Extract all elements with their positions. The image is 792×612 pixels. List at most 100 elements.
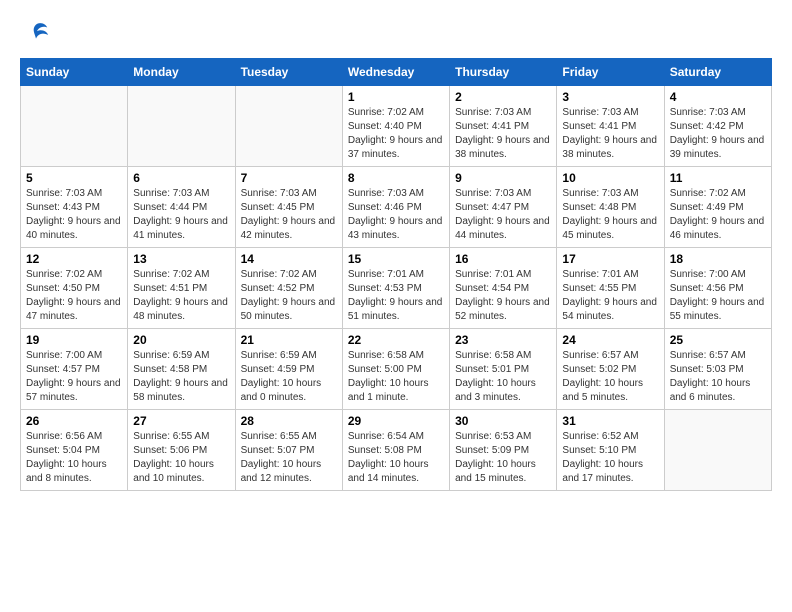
calendar-cell: 31 Sunrise: 6:52 AM Sunset: 5:10 PM Dayli…: [557, 410, 664, 491]
day-number: 27: [133, 414, 229, 428]
day-number: 26: [26, 414, 122, 428]
day-number: 1: [348, 90, 444, 104]
calendar-header-row: SundayMondayTuesdayWednesdayThursdayFrid…: [21, 59, 772, 86]
calendar-cell: 13 Sunrise: 7:02 AM Sunset: 4:51 PM Dayli…: [128, 248, 235, 329]
day-info: Sunrise: 7:03 AM Sunset: 4:46 PM Dayligh…: [348, 187, 444, 243]
day-info: Sunrise: 7:03 AM Sunset: 4:44 PM Dayligh…: [133, 187, 229, 243]
day-number: 21: [241, 333, 337, 347]
calendar-cell: 6Sunrise: 7:03 AM Sunset: 4:44 PM Daylig…: [128, 167, 235, 248]
day-number: 14: [241, 252, 337, 266]
day-info: Sunrise: 6:59 AM Sunset: 4:58 PM Dayligh…: [133, 349, 229, 405]
calendar-cell: 1Sunrise: 7:02 AM Sunset: 4:40 PM Daylig…: [342, 86, 449, 167]
calendar-cell: 23Sunrise: 6:58 AM Sunset: 5:01 PM Dayli…: [450, 329, 557, 410]
calendar-cell: [235, 86, 342, 167]
day-info: Sunrise: 6:52 AM Sunset: 5:10 PM Dayligh…: [562, 430, 658, 486]
calendar-cell: 29 Sunrise: 6:54 AM Sunset: 5:08 PM Dayli…: [342, 410, 449, 491]
day-number: 11: [670, 171, 766, 185]
day-info: Sunrise: 7:02 AM Sunset: 4:51 PM Dayligh…: [133, 268, 229, 324]
column-header-monday: Monday: [128, 59, 235, 86]
column-header-thursday: Thursday: [450, 59, 557, 86]
day-info: Sunrise: 7:03 AM Sunset: 4:48 PM Dayligh…: [562, 187, 658, 243]
day-info: Sunrise: 7:03 AM Sunset: 4:43 PM Dayligh…: [26, 187, 122, 243]
day-info: Sunrise: 7:03 AM Sunset: 4:45 PM Dayligh…: [241, 187, 337, 243]
calendar-cell: 7 Sunrise: 7:03 AM Sunset: 4:45 PM Daylig…: [235, 167, 342, 248]
day-number: 15: [348, 252, 444, 266]
day-number: 29: [348, 414, 444, 428]
day-info: Sunrise: 6:56 AM Sunset: 5:04 PM Dayligh…: [26, 430, 122, 486]
day-number: 31: [562, 414, 658, 428]
calendar-week-1: 1Sunrise: 7:02 AM Sunset: 4:40 PM Daylig…: [21, 86, 772, 167]
day-number: 2: [455, 90, 551, 104]
day-number: 18: [670, 252, 766, 266]
day-number: 12: [26, 252, 122, 266]
calendar-cell: 26 Sunrise: 6:56 AM Sunset: 5:04 PM Dayli…: [21, 410, 128, 491]
day-number: 19: [26, 333, 122, 347]
day-number: 28: [241, 414, 337, 428]
calendar-week-2: 5Sunrise: 7:03 AM Sunset: 4:43 PM Daylig…: [21, 167, 772, 248]
calendar-cell: 22 Sunrise: 6:58 AM Sunset: 5:00 PM Dayli…: [342, 329, 449, 410]
day-info: Sunrise: 7:01 AM Sunset: 4:53 PM Dayligh…: [348, 268, 444, 324]
day-info: Sunrise: 6:55 AM Sunset: 5:06 PM Dayligh…: [133, 430, 229, 486]
day-number: 10: [562, 171, 658, 185]
day-number: 16: [455, 252, 551, 266]
day-info: Sunrise: 7:02 AM Sunset: 4:49 PM Dayligh…: [670, 187, 766, 243]
logo: [20, 20, 50, 48]
calendar-cell: 12Sunrise: 7:02 AM Sunset: 4:50 PM Dayli…: [21, 248, 128, 329]
day-info: Sunrise: 6:58 AM Sunset: 5:01 PM Dayligh…: [455, 349, 551, 405]
day-info: Sunrise: 7:00 AM Sunset: 4:56 PM Dayligh…: [670, 268, 766, 324]
day-number: 20: [133, 333, 229, 347]
day-number: 22: [348, 333, 444, 347]
calendar-cell: 5Sunrise: 7:03 AM Sunset: 4:43 PM Daylig…: [21, 167, 128, 248]
calendar-cell: 14 Sunrise: 7:02 AM Sunset: 4:52 PM Dayli…: [235, 248, 342, 329]
calendar-week-4: 19Sunrise: 7:00 AM Sunset: 4:57 PM Dayli…: [21, 329, 772, 410]
day-number: 3: [562, 90, 658, 104]
calendar-week-5: 26 Sunrise: 6:56 AM Sunset: 5:04 PM Dayli…: [21, 410, 772, 491]
calendar-cell: 4 Sunrise: 7:03 AM Sunset: 4:42 PM Daylig…: [664, 86, 771, 167]
calendar-table: SundayMondayTuesdayWednesdayThursdayFrid…: [20, 58, 772, 491]
calendar-cell: [21, 86, 128, 167]
calendar-cell: [664, 410, 771, 491]
column-header-friday: Friday: [557, 59, 664, 86]
calendar-cell: 9Sunrise: 7:03 AM Sunset: 4:47 PM Daylig…: [450, 167, 557, 248]
day-number: 17: [562, 252, 658, 266]
calendar-cell: 20 Sunrise: 6:59 AM Sunset: 4:58 PM Dayli…: [128, 329, 235, 410]
day-number: 4: [670, 90, 766, 104]
day-number: 7: [241, 171, 337, 185]
day-info: Sunrise: 7:03 AM Sunset: 4:41 PM Dayligh…: [562, 106, 658, 162]
calendar-cell: 17 Sunrise: 7:01 AM Sunset: 4:55 PM Dayli…: [557, 248, 664, 329]
day-number: 24: [562, 333, 658, 347]
calendar-cell: [128, 86, 235, 167]
column-header-sunday: Sunday: [21, 59, 128, 86]
calendar-cell: 2Sunrise: 7:03 AM Sunset: 4:41 PM Daylig…: [450, 86, 557, 167]
day-info: Sunrise: 6:57 AM Sunset: 5:02 PM Dayligh…: [562, 349, 658, 405]
column-header-wednesday: Wednesday: [342, 59, 449, 86]
day-number: 9: [455, 171, 551, 185]
column-header-saturday: Saturday: [664, 59, 771, 86]
calendar-cell: 8 Sunrise: 7:03 AM Sunset: 4:46 PM Daylig…: [342, 167, 449, 248]
calendar-cell: 27 Sunrise: 6:55 AM Sunset: 5:06 PM Dayli…: [128, 410, 235, 491]
day-info: Sunrise: 7:01 AM Sunset: 4:54 PM Dayligh…: [455, 268, 551, 324]
calendar-cell: 18 Sunrise: 7:00 AM Sunset: 4:56 PM Dayli…: [664, 248, 771, 329]
header: [20, 20, 772, 48]
calendar-cell: 25Sunrise: 6:57 AM Sunset: 5:03 PM Dayli…: [664, 329, 771, 410]
calendar-cell: 15 Sunrise: 7:01 AM Sunset: 4:53 PM Dayli…: [342, 248, 449, 329]
day-info: Sunrise: 6:58 AM Sunset: 5:00 PM Dayligh…: [348, 349, 444, 405]
day-number: 25: [670, 333, 766, 347]
calendar-cell: 3 Sunrise: 7:03 AM Sunset: 4:41 PM Daylig…: [557, 86, 664, 167]
day-number: 8: [348, 171, 444, 185]
calendar-cell: 19Sunrise: 7:00 AM Sunset: 4:57 PM Dayli…: [21, 329, 128, 410]
calendar-week-3: 12Sunrise: 7:02 AM Sunset: 4:50 PM Dayli…: [21, 248, 772, 329]
calendar-cell: 24 Sunrise: 6:57 AM Sunset: 5:02 PM Dayli…: [557, 329, 664, 410]
day-info: Sunrise: 6:54 AM Sunset: 5:08 PM Dayligh…: [348, 430, 444, 486]
day-info: Sunrise: 7:01 AM Sunset: 4:55 PM Dayligh…: [562, 268, 658, 324]
calendar-cell: 21Sunrise: 6:59 AM Sunset: 4:59 PM Dayli…: [235, 329, 342, 410]
day-info: Sunrise: 7:02 AM Sunset: 4:52 PM Dayligh…: [241, 268, 337, 324]
day-info: Sunrise: 6:55 AM Sunset: 5:07 PM Dayligh…: [241, 430, 337, 486]
calendar-cell: 10 Sunrise: 7:03 AM Sunset: 4:48 PM Dayli…: [557, 167, 664, 248]
logo-bird-icon: [22, 20, 50, 48]
day-number: 13: [133, 252, 229, 266]
calendar-cell: 16 Sunrise: 7:01 AM Sunset: 4:54 PM Dayli…: [450, 248, 557, 329]
calendar-cell: 28 Sunrise: 6:55 AM Sunset: 5:07 PM Dayli…: [235, 410, 342, 491]
day-info: Sunrise: 7:03 AM Sunset: 4:42 PM Dayligh…: [670, 106, 766, 162]
day-number: 30: [455, 414, 551, 428]
